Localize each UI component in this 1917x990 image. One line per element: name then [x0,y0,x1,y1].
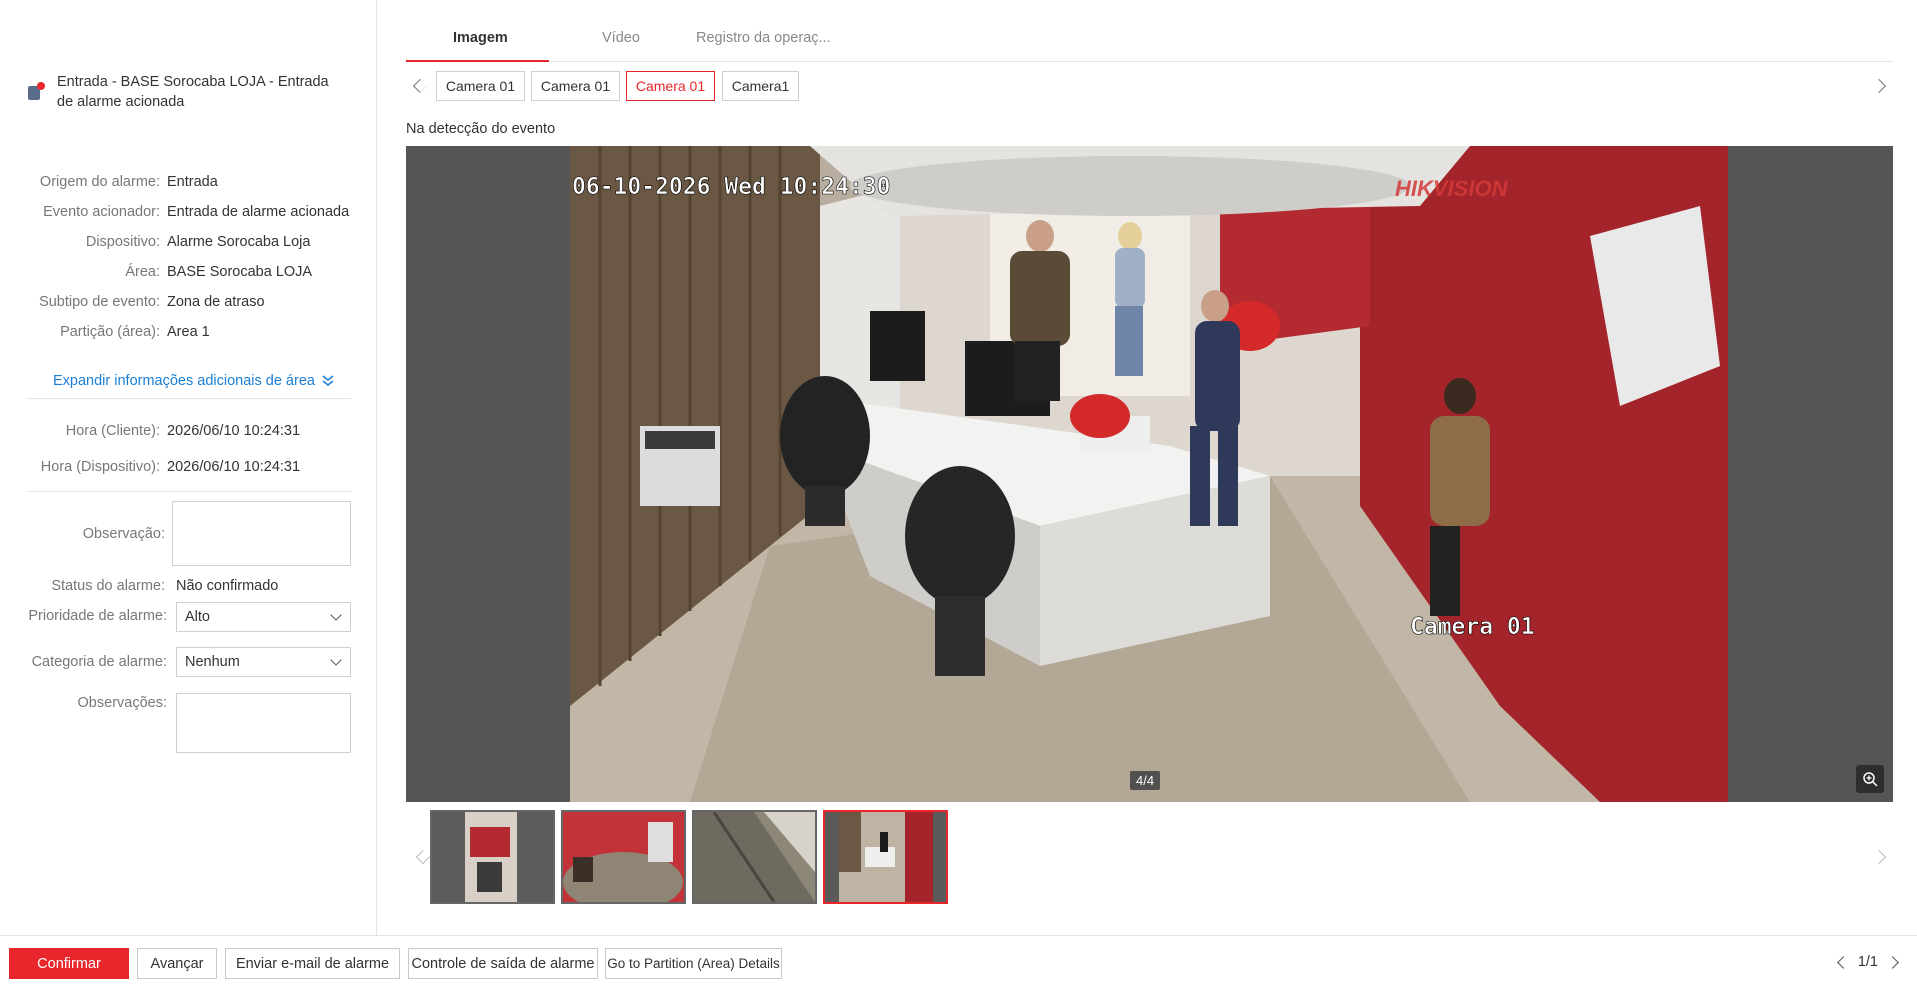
info-value: Entrada de alarme acionada [167,204,350,220]
next-button[interactable]: Avançar [137,948,217,979]
thumbnail-strip [406,808,1893,906]
info-row-area: Área: BASE Sorocaba LOJA [0,257,377,287]
tab-registro-operacao[interactable]: Registro da operaç... [696,30,831,46]
thumbnail-4[interactable] [823,810,948,904]
alarm-title: Entrada - BASE Sorocaba LOJA - Entrada d… [57,74,329,110]
snapshot-timestamp: 06-10-2026 Wed 10:24:30 [572,174,891,200]
active-tab-indicator [406,60,549,62]
info-label: Hora (Cliente): [65,423,160,439]
info-label: Subtipo de evento: [39,294,160,310]
category-select-value: Nenhum [185,654,240,670]
send-alarm-email-button[interactable]: Enviar e-mail de alarme [225,948,400,979]
pager-next-icon[interactable] [1886,955,1899,969]
confirm-button[interactable]: Confirmar [9,948,129,979]
time-info-list: Hora (Cliente): 2026/06/10 10:24:31 Hora … [0,413,377,485]
alarm-info-list: Origem do alarme: Entrada Evento acionado… [0,167,377,347]
thumbnail-prev-arrow-icon[interactable] [415,849,431,865]
info-value: Alarme Sorocaba Loja [167,234,311,250]
info-value: Zona de atraso [167,294,265,310]
info-row-dispositivo: Dispositivo: Alarme Sorocaba Loja [0,227,377,257]
observacao-textarea[interactable] [172,501,351,566]
brand-watermark: HIKVISION [1395,176,1509,201]
info-row-particao: Partição (área): Area 1 [0,317,377,347]
thumbnail-1[interactable] [430,810,555,904]
info-label: Hora (Dispositivo): [40,459,160,475]
info-value: Entrada [167,174,218,190]
tab-video[interactable]: Vídeo [602,30,640,46]
pager: 1/1 [1836,954,1899,970]
partition-details-button[interactable]: Go to Partition (Area) Details [605,948,782,979]
observacao-label: Observação: [82,526,165,542]
divider [27,398,351,399]
info-value: 2026/06/10 10:24:31 [167,459,301,475]
alarm-device-icon [27,82,45,102]
info-value: 2026/06/10 10:24:31 [167,423,301,439]
camera-button-2[interactable]: Camera 01 [531,71,620,101]
tab-imagem[interactable]: Imagem [453,30,508,46]
thumbnail-3[interactable] [692,810,817,904]
time-row-device: Hora (Dispositivo): 2026/06/10 10:24:31 [0,449,377,485]
observacoes-label: Observações: [77,695,167,711]
info-row-origem: Origem do alarme: Entrada [0,167,377,197]
camera-next-arrow-icon[interactable] [1871,78,1887,94]
chevron-down-icon [330,608,342,621]
zoom-in-button[interactable] [1856,765,1884,793]
info-label: Origem do alarme: [39,174,160,190]
view-tabs: Imagem Vídeo Registro da operaç... [406,28,1893,62]
info-value: BASE Sorocaba LOJA [167,264,313,280]
info-label: Evento acionador: [43,204,160,220]
info-label: Partição (área): [60,324,160,340]
priority-select-value: Alto [185,609,210,625]
info-label: Área: [125,264,160,280]
pager-label: 1/1 [1857,954,1878,970]
camera-button-1[interactable]: Camera 01 [436,71,525,101]
alarm-header: Entrada - BASE Sorocaba LOJA - Entrada d… [27,72,347,112]
camera-button-3[interactable]: Camera 01 [626,71,715,101]
thumbnail-2[interactable] [561,810,686,904]
info-row-evento: Evento acionador: Entrada de alarme acion… [0,197,377,227]
zoom-in-icon [1863,772,1878,787]
event-moment-label: Na detecção do evento [406,121,556,137]
alarm-details-panel: Entrada - BASE Sorocaba LOJA - Entrada d… [0,0,377,935]
priority-select[interactable]: Alto [176,602,351,632]
action-bar: Confirmar Avançar Enviar e-mail de alarm… [0,935,1917,990]
expand-area-info-label: Expandir informações adicionais de área [53,373,315,389]
pager-prev-icon[interactable] [1836,955,1850,969]
info-row-subtipo: Subtipo de evento: Zona de atraso [0,287,377,317]
expand-area-info-link[interactable]: Expandir informações adicionais de área [53,373,335,389]
info-value: Area 1 [167,324,210,340]
camera-snapshot-image: 06-10-2026 Wed 10:24:30 HIKVISION Camera… [570,146,1728,802]
info-label: Dispositivo: [85,234,160,250]
priority-label: Prioridade de alarme: [28,608,167,624]
thumbnail-image [694,812,815,902]
divider [27,491,351,492]
thumbnail-image [825,812,946,902]
chevron-down-icon [330,653,342,666]
thumbnail-image [563,812,684,902]
image-viewer[interactable]: 06-10-2026 Wed 10:24:30 HIKVISION Camera… [406,146,1893,802]
alarm-output-control-button[interactable]: Controle de saída de alarme [408,948,598,979]
observacoes-textarea[interactable] [176,693,351,753]
thumbnail-image [432,812,553,902]
status-label: Status do alarme: [51,578,165,594]
category-label: Categoria de alarme: [31,654,167,670]
thumbnail-next-arrow-icon[interactable] [1871,849,1887,865]
snapshot-drawing: 06-10-2026 Wed 10:24:30 HIKVISION Camera… [570,146,1728,802]
camera-prev-arrow-icon[interactable] [412,78,428,94]
time-row-client: Hora (Cliente): 2026/06/10 10:24:31 [0,413,377,449]
category-select[interactable]: Nenhum [176,647,351,677]
snapshot-camera-name: Camera 01 [1410,614,1535,640]
double-chevron-down-icon [322,375,334,386]
image-counter: 4/4 [1130,771,1161,790]
camera-button-4[interactable]: Camera1 [722,71,799,101]
status-value: Não confirmado [176,578,279,594]
